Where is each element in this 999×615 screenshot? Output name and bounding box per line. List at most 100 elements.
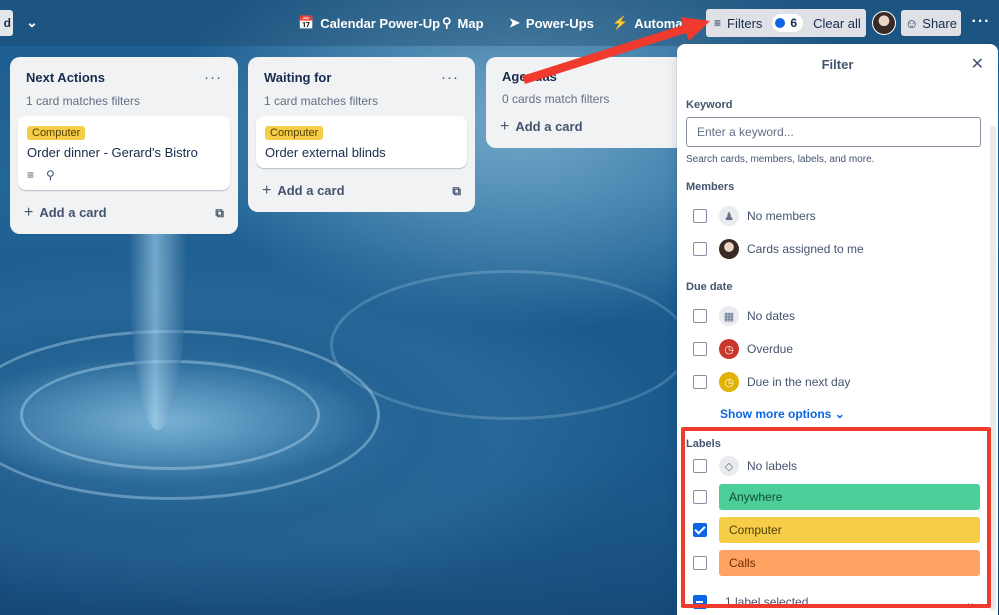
list-match-count: 1 card matches filters	[26, 94, 141, 108]
keyword-help-text: Search cards, members, labels, and more.	[686, 154, 875, 165]
due-date-section-label: Due date	[686, 281, 733, 293]
calendar-icon: 📅	[298, 15, 315, 30]
checkbox[interactable]	[693, 242, 707, 256]
close-icon[interactable]: ✕	[971, 54, 984, 74]
clear-all-button[interactable]: Clear all	[813, 16, 861, 31]
add-card-button[interactable]: + Add a card	[262, 182, 345, 200]
option-label: Cards assigned to me	[747, 242, 864, 256]
labels-section-label: Labels	[686, 438, 721, 450]
checkbox[interactable]	[693, 209, 707, 223]
filter-no-labels[interactable]: ◇ No labels	[693, 453, 983, 479]
add-card-button[interactable]: + Add a card	[500, 118, 583, 136]
share-icon: ☺	[905, 15, 919, 31]
location-icon: ⚲	[46, 168, 55, 182]
list-menu-icon[interactable]: ···	[441, 69, 459, 86]
card-title: Order external blinds	[265, 145, 386, 160]
checkbox[interactable]	[693, 459, 707, 473]
add-card-label: Add a card	[39, 205, 107, 220]
filter-no-members[interactable]: ♟ No members	[693, 203, 983, 229]
filter-overdue[interactable]: ◷ Overdue	[693, 336, 983, 362]
bolt-icon: ⚡	[612, 15, 629, 30]
filter-scrollbar[interactable]	[990, 126, 996, 611]
calendar-icon: ▦	[719, 306, 739, 326]
share-button[interactable]: ☺ Share	[901, 10, 961, 36]
list-title[interactable]: Waiting for	[264, 70, 331, 85]
avatar[interactable]	[872, 11, 896, 35]
chevron-down-icon: ⌄	[965, 596, 975, 609]
map-button[interactable]: ⚲ Map	[442, 10, 484, 36]
avatar	[719, 239, 739, 259]
template-icon[interactable]: ⧉	[215, 206, 224, 221]
add-card-button[interactable]: + Add a card	[24, 204, 107, 222]
filters-count: 6	[790, 16, 798, 30]
filter-label-anywhere[interactable]: Anywhere	[693, 484, 983, 510]
list-title[interactable]: Next Actions	[26, 70, 105, 85]
checkbox[interactable]	[693, 556, 707, 570]
list-waiting-for: Waiting for ··· 1 card matches filters C…	[248, 57, 475, 212]
checkbox-checked[interactable]	[693, 523, 707, 537]
filter-assigned-to-me[interactable]: Cards assigned to me	[693, 236, 983, 262]
label-bar[interactable]: Anywhere	[719, 484, 980, 510]
checkbox[interactable]	[693, 342, 707, 356]
powerups-button[interactable]: ➤ Power-Ups	[509, 10, 594, 36]
keyword-input[interactable]	[686, 117, 981, 147]
option-label: Due in the next day	[747, 375, 851, 389]
clock-icon: ◷	[719, 372, 739, 392]
list-menu-icon[interactable]: ···	[204, 69, 222, 86]
chevron-down-icon[interactable]: ⌄	[22, 12, 42, 32]
map-pin-icon: ⚲	[442, 15, 452, 30]
label-bar[interactable]: Calls	[719, 550, 980, 576]
tag-icon: ◇	[719, 456, 739, 476]
powerups-label: Power-Ups	[525, 15, 594, 31]
option-label: Overdue	[747, 342, 794, 356]
more-menu-icon[interactable]: ···	[968, 10, 994, 36]
calendar-powerup-button[interactable]: 📅 Calendar Power-Up	[298, 10, 440, 36]
description-icon: ≡	[27, 168, 35, 182]
automation-label: Automat	[634, 15, 687, 31]
automation-button[interactable]: ⚡ Automat	[612, 10, 687, 36]
add-card-label: Add a card	[515, 119, 583, 134]
option-label: No members	[747, 209, 816, 223]
filter-title: Filter	[821, 57, 854, 72]
list-next-actions: Next Actions ··· 1 card matches filters …	[10, 57, 238, 234]
clock-icon: ◷	[719, 339, 739, 359]
calendar-powerup-label: Calendar Power-Up	[320, 15, 441, 31]
members-section-label: Members	[686, 181, 735, 193]
checkbox[interactable]	[693, 490, 707, 504]
list-title[interactable]: Agendas	[502, 69, 557, 84]
card[interactable]: Computer Order dinner - Gerard's Bistro …	[18, 116, 230, 190]
filter-dot-icon	[775, 18, 786, 28]
checkbox[interactable]	[693, 375, 707, 389]
share-label: Share	[922, 15, 957, 31]
background-ripple	[0, 330, 380, 500]
add-card-label: Add a card	[277, 183, 345, 198]
board-name-button[interactable]: d	[0, 10, 13, 36]
filter-no-dates[interactable]: ▦ No dates	[693, 303, 983, 329]
label-bar[interactable]: Computer	[719, 517, 980, 543]
filter-icon: ≡	[714, 16, 722, 30]
checkbox-partial[interactable]	[693, 595, 707, 609]
background-ripple	[330, 270, 690, 420]
filter-label-calls[interactable]: Calls	[693, 550, 983, 576]
filter-due-next-day[interactable]: ◷ Due in the next day	[693, 369, 983, 395]
checkbox[interactable]	[693, 309, 707, 323]
filters-count-badge: 6	[772, 14, 804, 32]
option-label: No labels	[747, 459, 798, 473]
filters-label: Filters	[727, 15, 763, 31]
label-select-value: 1 label selected	[725, 595, 809, 609]
board-header: d ⌄ 📅 Calendar Power-Up ⚲ Map ➤ Power-Up…	[0, 0, 999, 46]
list-match-count: 0 cards match filters	[502, 92, 610, 106]
card-label: Computer	[27, 126, 86, 140]
show-more-options-link[interactable]: Show more options ⌄	[720, 407, 845, 421]
card[interactable]: Computer Order external blinds	[256, 116, 467, 168]
filters-button[interactable]: ≡ Filters 6 Clear all	[706, 9, 866, 37]
filter-label-computer[interactable]: Computer	[693, 517, 983, 543]
rocket-icon: ➤	[509, 15, 520, 30]
label-select-dropdown[interactable]: 1 label selected ⌄	[693, 590, 983, 614]
template-icon[interactable]: ⧉	[452, 184, 461, 199]
card-label: Computer	[265, 126, 324, 140]
show-more-label: Show more options	[720, 407, 832, 421]
card-title: Order dinner - Gerard's Bistro	[27, 145, 198, 160]
filter-popover: Filter ✕ Keyword Search cards, members, …	[677, 44, 998, 615]
map-label: Map	[457, 15, 484, 31]
